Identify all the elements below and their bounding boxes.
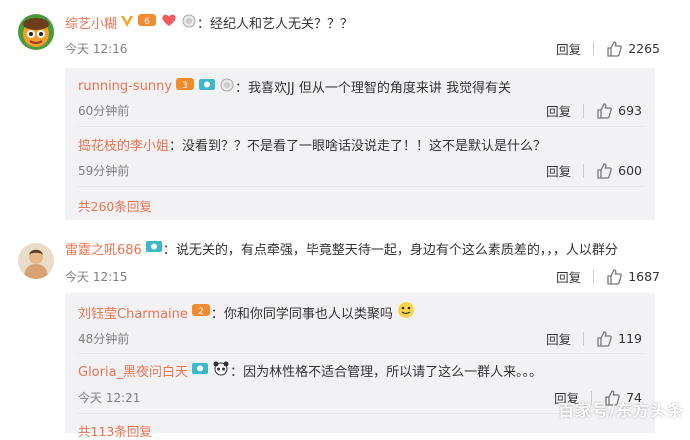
heart-badge-icon — [160, 12, 178, 32]
comment-username[interactable]: 综艺小糊 — [65, 13, 117, 32]
like-count: 600 — [618, 163, 642, 178]
reply-time: 59分钟前 — [78, 164, 130, 178]
comment-username[interactable]: 雷霆之吼686 — [65, 239, 142, 258]
comment-text: ：说无关的，有点牵强，毕竟整天待一起，身边有个这么素质差的，，，人以群分 — [162, 242, 618, 258]
more-replies-link[interactable]: 共260条回复 — [78, 196, 152, 215]
panda-icon — [212, 360, 230, 380]
reply-button[interactable]: 回复 — [546, 101, 571, 120]
camera-badge-icon — [145, 238, 163, 258]
emoji-icon — [396, 300, 416, 324]
reply-username[interactable]: Gloria_黑夜问白天 — [78, 361, 188, 380]
camera-badge-icon — [191, 360, 209, 380]
like-button[interactable]: 1687 — [606, 268, 660, 285]
action-divider — [583, 163, 585, 178]
medal-badge-icon — [219, 76, 235, 96]
reply-text: ：因为林性格不适合管理，所以请了这么一群人来。。。 — [230, 364, 543, 380]
like-count: 1687 — [628, 269, 660, 284]
like-button[interactable]: 693 — [596, 102, 642, 119]
reply-username[interactable]: 捣花枝的李小姐 — [78, 135, 169, 154]
comment-time: 今天 12:15 — [65, 270, 128, 284]
thumbs-up-icon — [607, 268, 623, 285]
avatar[interactable] — [18, 243, 54, 279]
member-badge-icon: 3 — [175, 76, 195, 96]
reply-actions: 回复 600 — [546, 161, 642, 180]
reply-button[interactable]: 回复 — [556, 39, 581, 58]
action-divider — [583, 331, 585, 346]
svg-text:2: 2 — [198, 307, 204, 317]
thumbs-up-icon — [597, 330, 612, 347]
member-badge-icon: 6 — [137, 12, 157, 32]
reply-button[interactable]: 回复 — [556, 267, 581, 286]
like-count: 693 — [618, 103, 642, 118]
reply-text: ：你和你同学同事也人以类聚吗 — [210, 306, 393, 322]
reply-text: ：没看到？？不是看了一眼啥话没说走了！！这不是默认是什么？ — [169, 138, 547, 154]
like-button[interactable]: 600 — [596, 162, 642, 179]
action-divider — [593, 269, 595, 284]
reply-divider — [78, 186, 644, 187]
member-badge-icon: 2 — [191, 302, 211, 322]
reply-time: 今天 12:21 — [78, 391, 141, 405]
thumbs-up-icon — [607, 40, 623, 57]
reply-divider — [78, 353, 644, 354]
comment-actions: 回复 1687 — [556, 267, 660, 286]
verified-v-icon — [120, 13, 134, 32]
like-count: 2265 — [628, 41, 660, 56]
comment-text: ：经纪人和艺人无关？？？ — [197, 16, 354, 32]
like-button[interactable]: 2265 — [606, 40, 660, 57]
reply-button[interactable]: 回复 — [546, 161, 571, 180]
camera-badge-icon — [198, 76, 216, 96]
reply-username[interactable]: 刘钰莹Charmaine — [78, 303, 188, 322]
reply-text: ：我喜欢JJ 但从一个理智的角度来讲 我觉得有关 — [235, 80, 511, 96]
avatar[interactable] — [18, 14, 54, 50]
reply-button[interactable]: 回复 — [546, 329, 571, 348]
svg-text:3: 3 — [182, 81, 188, 91]
reply-divider — [78, 126, 644, 127]
thumbs-up-icon — [597, 102, 612, 119]
reply-actions: 回复 119 — [546, 329, 642, 348]
reply-actions: 回复 693 — [546, 101, 642, 120]
medal-badge-icon — [181, 12, 197, 32]
action-divider — [583, 103, 585, 118]
comment-actions: 回复 2265 — [556, 39, 660, 58]
watermark: 百家号/东方头条 — [558, 401, 684, 420]
reply-time: 48分钟前 — [78, 332, 130, 346]
thumbs-up-icon — [597, 162, 612, 179]
like-button[interactable]: 119 — [596, 330, 642, 347]
action-divider — [593, 41, 595, 56]
like-count: 119 — [618, 331, 642, 346]
svg-text:6: 6 — [144, 17, 150, 27]
comment-time: 今天 12:16 — [65, 42, 128, 56]
reply-time: 60分钟前 — [78, 104, 130, 118]
reply-username[interactable]: running-sunny — [78, 79, 172, 94]
